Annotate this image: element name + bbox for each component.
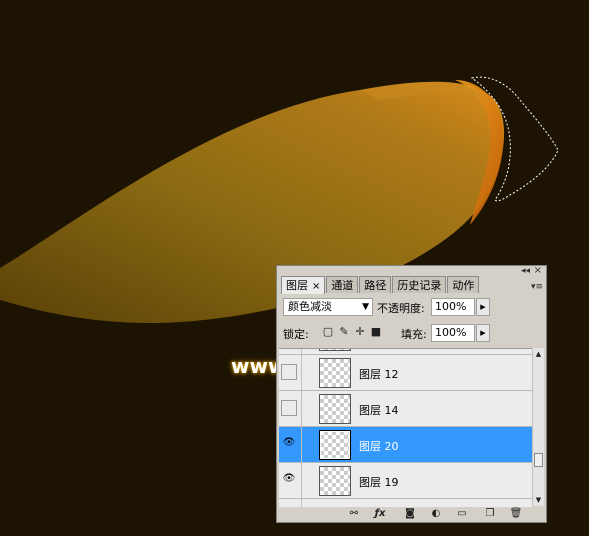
blend-options-row: 颜色减淡 ▼ 不透明度: 100% ▶ [281, 296, 541, 318]
trash-icon[interactable]: 🗑 [509, 507, 523, 521]
scroll-down-icon[interactable]: ▼ [533, 496, 544, 504]
layer-row[interactable]: 图层 12 [279, 355, 532, 391]
tab-channels[interactable]: 通道 [326, 276, 359, 293]
lock-options-row: 锁定: ▢ ✎ ✛ ■ 填充: 100% ▶ [281, 322, 541, 344]
divider [301, 355, 302, 390]
layer-thumbnail [319, 430, 351, 460]
close-icon[interactable]: × [534, 266, 542, 276]
visibility-toggle[interactable] [281, 400, 297, 416]
tab-close-icon[interactable]: × [312, 281, 320, 292]
chevron-down-icon: ▼ [362, 302, 369, 312]
divider [301, 427, 302, 462]
panel-menu-icon[interactable]: ▾≡ [531, 282, 543, 292]
panel-tabs: 图层 × 通道 路径 历史记录 动作 [281, 276, 480, 294]
eye-icon[interactable]: 👁 [281, 472, 297, 488]
layer-row-partial[interactable] [279, 349, 532, 355]
layer-row[interactable]: 图层 14 [279, 391, 532, 427]
mask-icon[interactable]: ◙ [403, 507, 417, 521]
lock-position-icon[interactable]: ✛ [353, 325, 367, 339]
blend-mode-value: 颜色减淡 [288, 300, 332, 313]
tab-label: 通道 [331, 279, 354, 292]
layer-row-selected[interactable]: 👁 图层 20 [279, 427, 532, 463]
tab-label: 路径 [364, 279, 387, 292]
tab-paths[interactable]: 路径 [359, 276, 392, 293]
tab-label: 动作 [452, 279, 475, 292]
tab-label: 历史记录 [397, 279, 442, 292]
divider [301, 463, 302, 498]
layer-thumbnail [319, 349, 351, 351]
layer-name: 图层 12 [359, 368, 399, 381]
tab-actions[interactable]: 动作 [447, 276, 480, 293]
opacity-input[interactable]: 100% [431, 298, 475, 316]
link-icon[interactable]: ⚯ [347, 507, 361, 521]
layer-thumbnail [319, 466, 351, 496]
layer-thumbnail [319, 394, 351, 424]
fill-input[interactable]: 100% [431, 324, 475, 342]
collapse-icon[interactable]: ◂◂ [521, 266, 530, 276]
opacity-label: 不透明度: [377, 302, 425, 315]
layer-row[interactable]: 👁 图层 19 [279, 463, 532, 499]
layer-name: 图层 19 [359, 476, 399, 489]
divider [301, 349, 302, 354]
scroll-up-icon[interactable]: ▲ [533, 350, 544, 358]
eye-icon[interactable]: 👁 [281, 436, 297, 452]
tab-label: 图层 [286, 279, 308, 292]
scroll-thumb[interactable] [534, 453, 543, 467]
lock-label: 锁定: [283, 328, 309, 341]
layer-thumbnail [319, 358, 351, 388]
tab-layers[interactable]: 图层 × [281, 276, 326, 294]
fill-label: 填充: [401, 328, 427, 341]
adjustment-icon[interactable]: ◐ [429, 507, 443, 521]
layer-name: 图层 14 [359, 404, 399, 417]
fx-icon[interactable]: ƒx [373, 507, 387, 521]
panel-titlebar[interactable] [277, 266, 546, 274]
tab-history[interactable]: 历史记录 [392, 276, 447, 293]
fill-slider-button[interactable]: ▶ [476, 324, 490, 342]
blend-mode-select[interactable]: 颜色减淡 ▼ [283, 298, 373, 316]
new-layer-icon[interactable]: ❐ [483, 507, 497, 521]
lock-transparency-icon[interactable]: ▢ [321, 325, 335, 339]
layers-list: 图层 12 图层 14 👁 图层 20 👁 图层 19 [279, 348, 532, 507]
layers-scrollbar[interactable]: ▲ ▼ [532, 348, 544, 506]
visibility-toggle[interactable] [281, 364, 297, 380]
layers-panel: ◂◂ × 图层 × 通道 路径 历史记录 动作 ▾≡ 颜色减淡 ▼ 不透明度: 10… [276, 265, 547, 523]
layer-name: 图层 20 [359, 440, 399, 453]
group-icon[interactable]: ▭ [455, 507, 469, 521]
lock-pixels-icon[interactable]: ✎ [337, 325, 351, 339]
panel-bottom-toolbar: ⚯ ƒx ◙ ◐ ▭ ❐ 🗑 [277, 506, 546, 522]
opacity-slider-button[interactable]: ▶ [476, 298, 490, 316]
divider [301, 391, 302, 426]
lock-all-icon[interactable]: ■ [369, 325, 383, 339]
